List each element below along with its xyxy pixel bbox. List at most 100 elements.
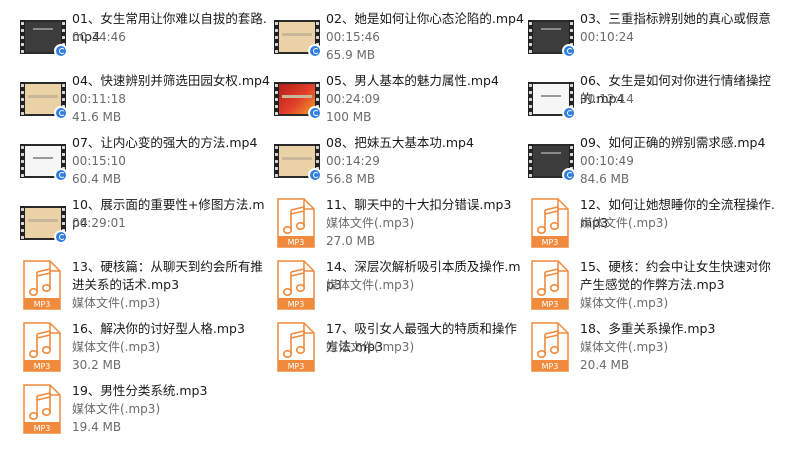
file-item[interactable]: 05、男人基本的魅力属性.mp4 00:24:09 100 MB	[272, 73, 526, 132]
film-hole	[570, 153, 573, 156]
film-hole	[529, 160, 532, 163]
preview-text	[33, 28, 53, 30]
file-size: 30.2 MB	[72, 358, 122, 372]
file-item[interactable]: 03、三重指标辨别她的真心或假意 00:10:24	[526, 11, 780, 70]
file-item[interactable]: MP3 17、吸引女人最强大的特质和操作方法.mp3 媒体文件(.mp3)	[272, 321, 526, 380]
film-hole	[275, 36, 278, 39]
film-hole	[21, 160, 24, 163]
mp3-file-icon: MP3	[277, 322, 315, 372]
film-hole	[316, 36, 319, 39]
audio-file-icon: MP3	[18, 260, 68, 310]
film-hole	[21, 167, 24, 170]
mp3-file-icon: MP3	[277, 198, 315, 248]
film-hole	[529, 50, 532, 53]
audio-file-icon: MP3	[272, 260, 322, 310]
file-name: 05、男人基本的魅力属性.mp4	[326, 73, 499, 88]
film-hole	[275, 153, 278, 156]
file-duration: 00:29:01	[72, 216, 126, 230]
file-item[interactable]: 01、女生常用让你难以自拔的套路.mp4 00:34:46	[18, 11, 272, 70]
film-hole	[529, 146, 532, 149]
file-item[interactable]: MP3 12、如何让她想睡你的全流程操作.mp3 媒体文件(.mp3)	[526, 197, 780, 256]
file-name: 15、硬核：约会中让女生快速对你产生感觉的作弊方法.mp3	[580, 259, 771, 292]
file-name: 07、让内心变的强大的方法.mp4	[72, 135, 258, 150]
film-hole	[62, 153, 65, 156]
film-hole	[275, 146, 278, 149]
mp3-file-icon: MP3	[23, 260, 61, 310]
film-hole	[21, 208, 24, 211]
mp3-badge-label: MP3	[34, 300, 51, 309]
file-item[interactable]: MP3 15、硬核：约会中让女生快速对你产生感觉的作弊方法.mp3 媒体文件(.mp…	[526, 259, 780, 318]
film-hole	[21, 215, 24, 218]
file-item[interactable]: MP3 14、深层次解析吸引本质及操作.mp3 媒体文件(.mp3)	[272, 259, 526, 318]
mp3-badge-label: MP3	[288, 300, 305, 309]
film-hole	[275, 29, 278, 32]
file-type: 媒体文件(.mp3)	[326, 278, 415, 292]
film-hole	[529, 29, 532, 32]
file-item[interactable]: 10、展示面的重要性+修图方法.mp4 00:29:01	[18, 197, 272, 256]
film-hole	[21, 98, 24, 101]
film-hole	[316, 146, 319, 149]
file-item[interactable]: MP3 13、硬核篇：从聊天到约会所有推进关系的话术.mp3 媒体文件(.mp3)	[18, 259, 272, 318]
file-item[interactable]: MP3 16、解决你的讨好型人格.mp3 媒体文件(.mp3) 30.2 MB	[18, 321, 272, 380]
file-item[interactable]: 08、把妹五大基本功.mp4 00:14:29 56.8 MB	[272, 135, 526, 194]
film-hole	[21, 84, 24, 87]
file-item[interactable]: MP3 11、聊天中的十大扣分错误.mp3 媒体文件(.mp3) 27.0 MB	[272, 197, 526, 256]
mp3-badge-label: MP3	[34, 362, 51, 371]
film-hole	[529, 36, 532, 39]
refresh-badge-icon	[54, 168, 68, 182]
file-name: 19、男性分类系统.mp3	[72, 383, 208, 398]
film-hole	[316, 22, 319, 25]
file-duration: 00:15:46	[326, 30, 380, 44]
file-item[interactable]: MP3 18、多重关系操作.mp3 媒体文件(.mp3) 20.4 MB	[526, 321, 780, 380]
film-hole	[570, 36, 573, 39]
film-hole	[316, 91, 319, 94]
film-hole	[21, 146, 24, 149]
film-hole	[570, 29, 573, 32]
mp3-file-icon: MP3	[531, 198, 569, 248]
mp3-badge-label: MP3	[542, 362, 559, 371]
audio-file-icon: MP3	[18, 384, 68, 434]
refresh-badge-icon	[308, 44, 322, 58]
video-thumbnail	[272, 12, 322, 62]
preview-text	[541, 28, 561, 30]
file-item[interactable]: 02、她是如何让你心态沦陷的.mp4 00:15:46 65.9 MB	[272, 11, 526, 70]
film-hole	[62, 98, 65, 101]
film-hole	[570, 160, 573, 163]
film-hole	[62, 160, 65, 163]
file-item[interactable]: 07、让内心变的强大的方法.mp4 00:15:10 60.4 MB	[18, 135, 272, 194]
film-hole	[529, 22, 532, 25]
preview-text	[33, 157, 53, 159]
file-item[interactable]: 04、快速辨别并筛选田园女权.mp4 00:11:18 41.6 MB	[18, 73, 272, 132]
file-size: 41.6 MB	[72, 110, 122, 124]
file-name: 16、解决你的讨好型人格.mp3	[72, 321, 245, 336]
preview-text	[282, 157, 312, 160]
film-hole	[21, 91, 24, 94]
video-thumbnail	[18, 12, 68, 62]
file-name: 02、她是如何让你心态沦陷的.mp4	[326, 11, 524, 26]
preview-text	[28, 219, 58, 222]
file-type: 媒体文件(.mp3)	[72, 402, 161, 416]
file-size: 100 MB	[326, 110, 372, 124]
film-hole	[529, 167, 532, 170]
film-hole	[275, 167, 278, 170]
file-item[interactable]: 06、女生是如何对你进行情绪操控的.mp4 00:12:14	[526, 73, 780, 132]
film-hole	[21, 50, 24, 53]
file-type: 媒体文件(.mp3)	[326, 340, 415, 354]
film-hole	[21, 222, 24, 225]
mp3-file-icon: MP3	[277, 260, 315, 310]
film-hole	[529, 153, 532, 156]
preview-text	[28, 95, 58, 98]
file-item[interactable]: MP3 19、男性分类系统.mp3 媒体文件(.mp3) 19.4 MB	[18, 383, 272, 442]
file-grid: 01、女生常用让你难以自拔的套路.mp4 00:34:46 02、她是如何让你心态沦…	[0, 0, 792, 456]
file-item[interactable]: 09、如何正确的辨别需求感.mp4 00:10:49 84.6 MB	[526, 135, 780, 194]
film-hole	[275, 84, 278, 87]
file-size: 27.0 MB	[326, 234, 376, 248]
refresh-badge-icon	[54, 106, 68, 120]
file-duration: 00:11:18	[72, 92, 126, 106]
file-duration: 00:34:46	[72, 30, 126, 44]
mp3-file-icon: MP3	[531, 322, 569, 372]
video-thumbnail	[526, 136, 576, 186]
file-name: 13、硬核篇：从聊天到约会所有推进关系的话术.mp3	[72, 259, 263, 292]
film-hole	[529, 43, 532, 46]
film-hole	[21, 29, 24, 32]
